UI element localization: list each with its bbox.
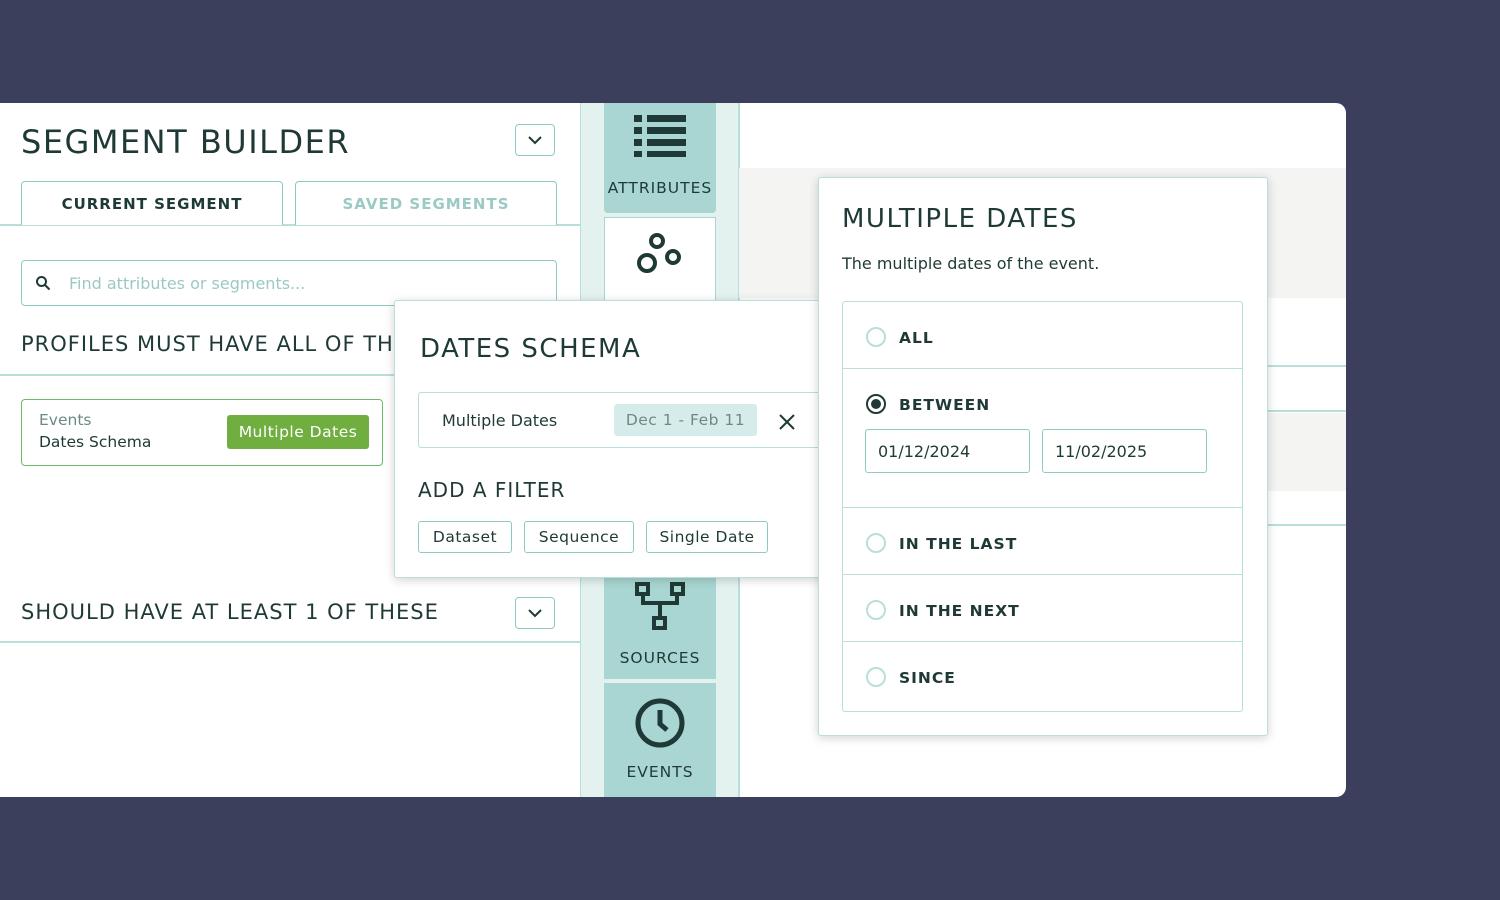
tab-saved-segments-label: SAVED SEGMENTS — [342, 194, 510, 213]
must-have-heading: PROFILES MUST HAVE ALL OF THESE — [21, 332, 437, 356]
option-between-label: BETWEEN — [899, 396, 991, 414]
filter-single-date-button[interactable]: Single Date — [646, 521, 768, 553]
option-in-the-next-radio[interactable] — [866, 600, 886, 620]
should-have-collapse-button[interactable] — [515, 597, 555, 629]
dates-schema-field-label: Multiple Dates — [442, 411, 558, 430]
add-filter-heading: ADD A FILTER — [418, 478, 566, 502]
tab-saved-segments[interactable]: SAVED SEGMENTS — [295, 181, 557, 225]
option-in-the-last-label: IN THE LAST — [899, 535, 1018, 553]
between-start-date-input[interactable] — [865, 429, 1030, 473]
dates-schema-title: DATES SCHEMA — [420, 334, 642, 364]
right-divider-1 — [1266, 365, 1346, 367]
option-all-label: ALL — [899, 329, 934, 347]
list-icon — [634, 115, 686, 157]
multiple-dates-description: The multiple dates of the event. — [842, 254, 1100, 273]
dates-schema-field[interactable]: Multiple Dates Dec 1 - Feb 11 — [418, 392, 820, 448]
option-in-the-next-row — [843, 574, 1242, 575]
option-in-the-last-row — [843, 507, 1242, 508]
option-since-row — [843, 641, 1242, 642]
close-icon[interactable] — [778, 413, 796, 431]
tab-current-segment[interactable]: CURRENT SEGMENT — [21, 181, 283, 225]
rail-events[interactable]: EVENTS — [604, 683, 716, 797]
builder-collapse-button[interactable] — [515, 124, 555, 156]
rail-sources[interactable]: SOURCES — [604, 575, 716, 679]
tab-current-segment-label: CURRENT SEGMENT — [61, 194, 243, 213]
option-between-radio[interactable] — [866, 394, 886, 414]
search-icon — [36, 276, 51, 291]
between-end-date-input[interactable] — [1042, 429, 1207, 473]
rail-attributes-label: ATTRIBUTES — [607, 179, 713, 197]
date-range-chip[interactable]: Dec 1 - Feb 11 — [614, 404, 757, 436]
rail-events-label: EVENTS — [626, 763, 694, 781]
option-all-radio[interactable] — [866, 327, 886, 347]
chevron-down-icon — [528, 136, 542, 145]
filter-dataset-button[interactable]: Dataset — [418, 521, 512, 553]
hierarchy-icon — [635, 582, 685, 630]
clock-icon — [635, 698, 685, 748]
right-panel-placeholder-2 — [1266, 413, 1346, 491]
multiple-dates-title: MULTIPLE DATES — [842, 204, 1078, 234]
rule-card[interactable]: Events Dates Schema Multiple Dates — [21, 399, 383, 466]
segment-builder-window: SEGMENT BUILDER CURRENT SEGMENT SAVED SE… — [0, 103, 1346, 797]
option-between-row — [843, 368, 1242, 369]
rule-name: Dates Schema — [39, 433, 152, 451]
rule-chip[interactable]: Multiple Dates — [227, 415, 369, 449]
right-divider-3 — [1266, 524, 1346, 526]
right-divider-2 — [1266, 410, 1346, 412]
option-since-label: SINCE — [899, 669, 956, 687]
should-have-divider — [0, 641, 580, 643]
filter-sequence-button[interactable]: Sequence — [524, 521, 634, 553]
option-in-the-next-label: IN THE NEXT — [899, 602, 1020, 620]
rule-category: Events — [39, 411, 92, 429]
option-since-radio[interactable] — [866, 667, 886, 687]
option-in-the-last-radio[interactable] — [866, 533, 886, 553]
search-input[interactable] — [67, 272, 531, 294]
rail-attributes[interactable]: ATTRIBUTES — [604, 103, 716, 213]
page-title: SEGMENT BUILDER — [21, 123, 351, 161]
rail-sources-label: SOURCES — [619, 649, 701, 667]
segments-icon — [637, 233, 681, 273]
chevron-down-icon — [528, 609, 542, 618]
should-have-heading: SHOULD HAVE AT LEAST 1 OF THESE — [21, 600, 439, 624]
